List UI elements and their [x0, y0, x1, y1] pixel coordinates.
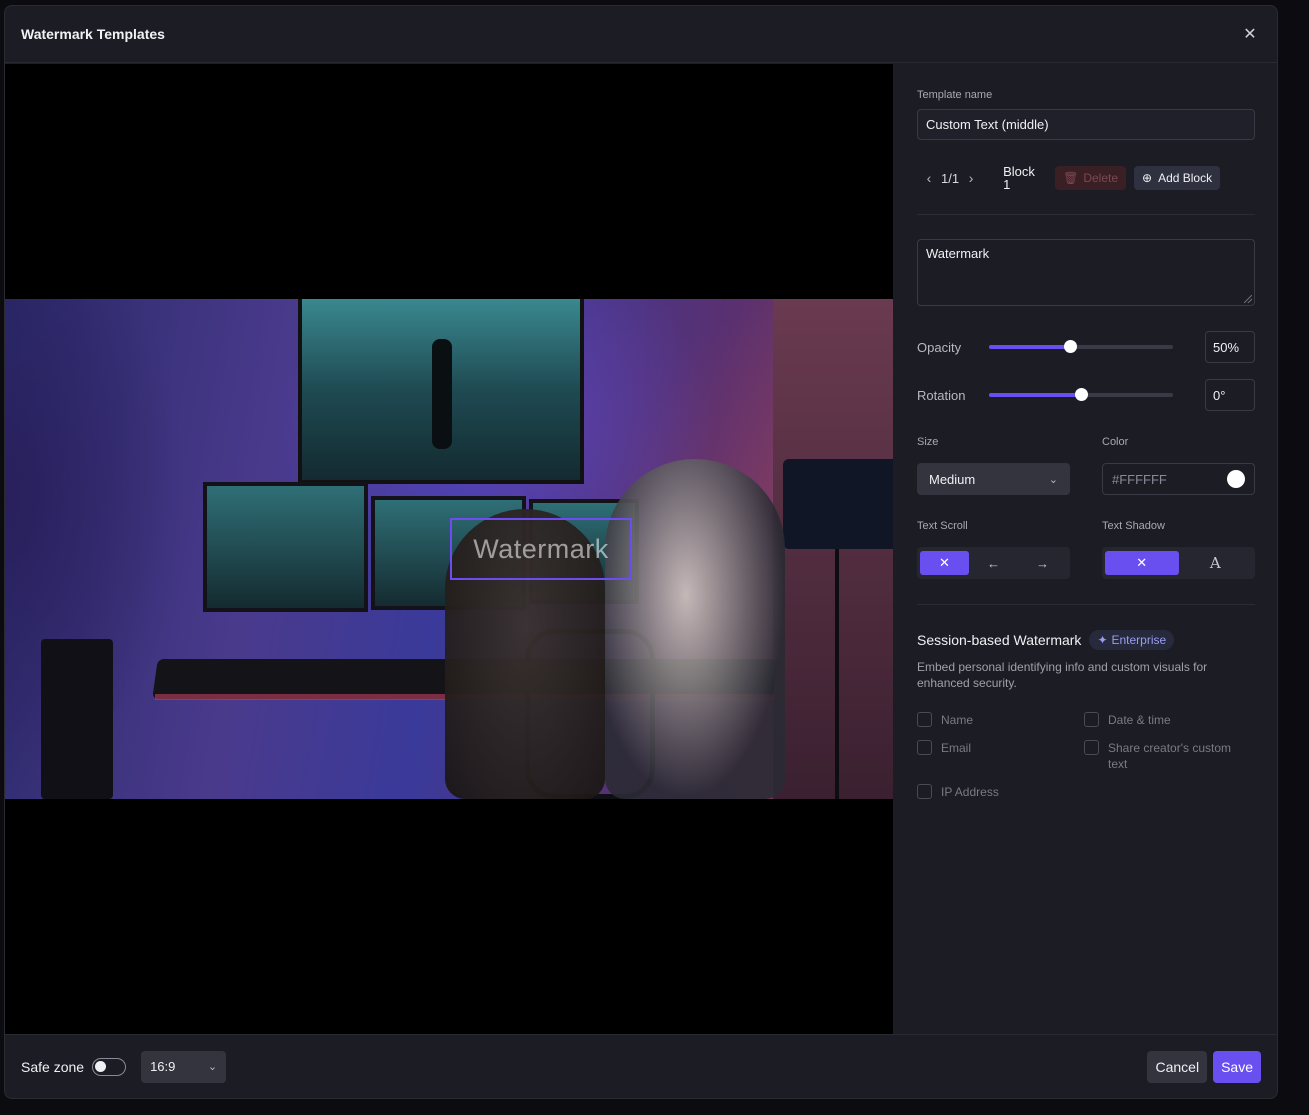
template-name-input[interactable]: Custom Text (middle) — [917, 109, 1255, 140]
text-scroll-control: ✕ ← → — [917, 547, 1070, 579]
checkbox-icon[interactable] — [917, 712, 932, 727]
close-button[interactable]: ✕ — [1239, 23, 1261, 45]
color-label: Color — [1102, 436, 1129, 448]
cancel-button[interactable]: Cancel — [1147, 1050, 1208, 1083]
color-input[interactable]: #FFFFFF — [1102, 463, 1255, 495]
checkbox-icon[interactable] — [1084, 712, 1099, 727]
block-pager: 1/1 — [941, 170, 960, 186]
dialog-header: Watermark Templates ✕ — [5, 6, 1277, 63]
add-block-icon: ⊕ — [1142, 171, 1153, 185]
toggle-knob — [95, 1060, 107, 1072]
watermark-text-value: Watermark — [926, 246, 990, 261]
watermark-overlay-text: Watermark — [473, 533, 609, 564]
block-navigator: ‹ 1/1 › Block 1 🗑 Delete ⊕ Add Block — [917, 164, 1255, 192]
opacity-slider[interactable] — [989, 340, 1173, 353]
rotation-slider-thumb[interactable] — [1075, 388, 1088, 401]
rotation-label: Rotation — [917, 387, 966, 403]
dialog-footer: Safe zone 16:9 ⌄ Cancel Save — [5, 1034, 1277, 1098]
watermark-text-area[interactable]: Watermark — [917, 239, 1255, 306]
size-select[interactable]: Medium ⌄ — [917, 463, 1070, 495]
checkbox-icon[interactable] — [917, 740, 932, 755]
color-swatch[interactable] — [1227, 470, 1245, 488]
text-shadow-label: Text Shadow — [1102, 520, 1165, 532]
next-block-button[interactable]: › — [959, 170, 983, 186]
safe-zone-label: Safe zone — [21, 1058, 85, 1075]
session-options: Name Date & time Email Share creator's c… — [917, 712, 1255, 800]
rotation-input[interactable]: 0° — [1205, 379, 1255, 411]
session-watermark-heading: Session-based Watermark ✦ Enterprise — [917, 630, 1255, 650]
rotation-slider-fill — [989, 393, 1081, 397]
scroll-none-button[interactable]: ✕ — [920, 551, 969, 575]
resize-grip-icon[interactable] — [1244, 295, 1252, 303]
checkbox-icon[interactable] — [1084, 740, 1099, 755]
safe-zone-toggle[interactable] — [92, 1057, 127, 1076]
scroll-shadow-row: Text Scroll ✕ ← → Text Shadow ✕ A — [917, 520, 1255, 579]
session-description: Embed personal identifying info and cust… — [917, 660, 1208, 690]
opacity-slider-thumb[interactable] — [1063, 340, 1077, 353]
sparkle-icon: ✦ — [1097, 633, 1108, 647]
option-label: IP Address — [941, 785, 999, 799]
divider — [917, 214, 1255, 215]
scroll-right-button[interactable]: → — [1018, 551, 1067, 575]
size-value: Medium — [929, 471, 976, 487]
delete-block-button[interactable]: 🗑 Delete — [1055, 166, 1126, 190]
preview-image: Watermark — [5, 299, 893, 799]
aspect-ratio-value: 16:9 — [150, 1059, 176, 1074]
session-title: Session-based Watermark — [917, 632, 1082, 648]
option-name-checkbox[interactable]: Name — [917, 712, 1084, 728]
previous-block-button[interactable]: ‹ — [917, 170, 941, 186]
add-block-label: Add Block — [1158, 171, 1213, 185]
option-ip-checkbox[interactable]: IP Address — [917, 784, 1084, 800]
rotation-row: Rotation 0° — [917, 379, 1255, 411]
text-scroll-label: Text Scroll — [917, 520, 968, 532]
size-color-row: Size Medium ⌄ Color #FFFFFF — [917, 436, 1255, 495]
scroll-left-button[interactable]: ← — [969, 551, 1018, 575]
add-block-button[interactable]: ⊕ Add Block — [1134, 166, 1221, 190]
settings-panel: Template name Custom Text (middle) ‹ 1/1… — [893, 64, 1277, 1034]
block-label: Block 1 — [1003, 164, 1035, 192]
option-custom-text-checkbox[interactable]: Share creator's custom text — [1084, 740, 1244, 772]
badge-label: Enterprise — [1111, 633, 1167, 647]
option-label: Email — [941, 741, 972, 755]
save-button[interactable]: Save — [1213, 1050, 1261, 1083]
option-label: Share creator's custom text — [1108, 741, 1232, 771]
color-value: #FFFFFF — [1112, 471, 1167, 487]
close-icon: ✕ — [1243, 26, 1257, 43]
chevron-down-icon: ⌄ — [1048, 473, 1058, 486]
chevron-down-icon: ⌄ — [207, 1061, 218, 1073]
checkbox-icon[interactable] — [917, 784, 932, 799]
opacity-slider-fill — [989, 345, 1070, 349]
option-datetime-checkbox[interactable]: Date & time — [1084, 712, 1244, 728]
opacity-input[interactable]: 50% — [1205, 331, 1255, 363]
enterprise-badge: ✦ Enterprise — [1089, 630, 1175, 650]
watermark-templates-dialog: Watermark Templates ✕ Watermark Template… — [4, 5, 1278, 1099]
dialog-title: Watermark Templates — [21, 26, 165, 42]
option-label: Name — [941, 713, 974, 727]
trash-icon: 🗑 — [1063, 171, 1079, 185]
opacity-label: Opacity — [917, 339, 962, 355]
chevron-left-icon: ‹ — [926, 170, 932, 186]
shadow-on-button[interactable]: A — [1179, 551, 1253, 575]
rotation-slider[interactable] — [989, 388, 1173, 401]
option-email-checkbox[interactable]: Email — [917, 740, 1084, 772]
shadow-none-button[interactable]: ✕ — [1105, 551, 1179, 575]
text-shadow-control: ✕ A — [1102, 547, 1255, 579]
template-name-label: Template name — [917, 89, 993, 101]
divider — [917, 604, 1255, 605]
aspect-ratio-select[interactable]: 16:9 ⌄ — [141, 1050, 227, 1083]
chevron-right-icon: › — [968, 170, 974, 186]
size-label: Size — [917, 436, 939, 448]
delete-label: Delete — [1083, 171, 1118, 185]
video-preview: Watermark — [5, 64, 893, 1034]
opacity-row: Opacity 50% — [917, 331, 1255, 363]
watermark-block-overlay[interactable]: Watermark — [450, 518, 632, 580]
option-label: Date & time — [1108, 713, 1171, 727]
